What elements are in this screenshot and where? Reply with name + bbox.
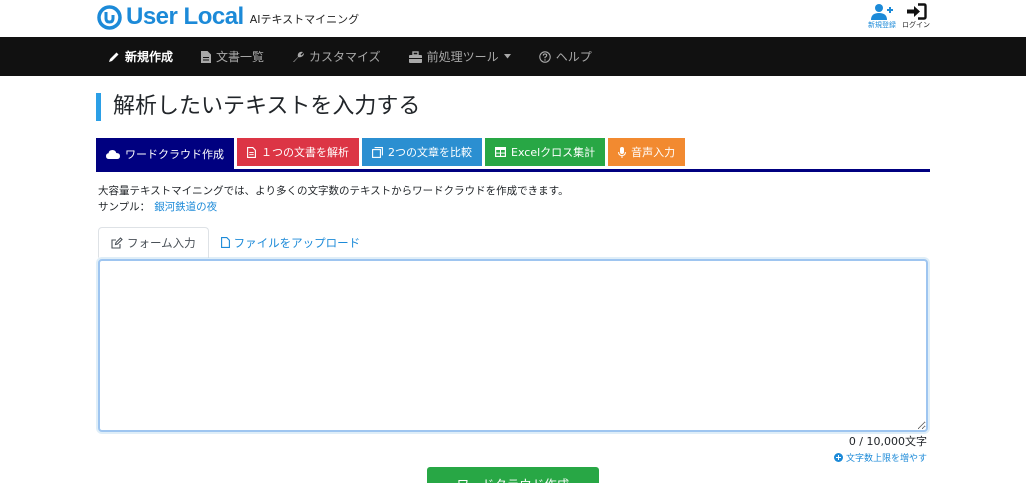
text-input-area[interactable] — [98, 259, 928, 432]
sample-link[interactable]: 銀河鉄道の夜 — [154, 201, 217, 213]
register-button[interactable]: 新規登録 — [868, 3, 896, 30]
nav-item-documents[interactable]: 文書一覧 — [201, 48, 264, 65]
input-mode-tabs: フォーム入力 ファイルをアップロード — [98, 227, 928, 258]
document-icon — [201, 50, 212, 63]
nav-label: ヘルプ — [555, 50, 592, 64]
toolbox-icon — [408, 50, 422, 63]
increase-limit-link[interactable]: 文字数上限を増やす — [833, 451, 927, 464]
question-circle-icon — [538, 50, 551, 63]
tab-excel-crosstab[interactable]: Excelクロス集計 — [485, 138, 606, 166]
nav-item-help[interactable]: ヘルプ — [538, 48, 592, 65]
tab-wordcloud[interactable]: ワードクラウド作成 — [96, 138, 234, 169]
logo-mark-icon — [97, 4, 122, 30]
copy-icon — [372, 146, 383, 158]
tab-label: １つの文書を解析 — [261, 146, 349, 159]
page-title: 解析したいテキストを入力する — [96, 93, 420, 121]
tab-label: ファイルをアップロード — [233, 235, 361, 250]
pencil-icon — [109, 52, 119, 62]
nav-item-customize[interactable]: カスタマイズ — [292, 48, 381, 65]
tab-file-upload[interactable]: ファイルをアップロード — [209, 227, 373, 258]
nav-item-new[interactable]: 新規作成 — [108, 48, 173, 65]
tab-label: ワードクラウド作成 — [125, 147, 224, 161]
logo-text: User Local — [126, 3, 244, 30]
tab-label: Excelクロス集計 — [511, 146, 596, 159]
file-text-icon — [247, 146, 256, 158]
edit-icon — [111, 236, 123, 249]
top-header: User Local AIテキストマイニング 新規登録 ログイン — [0, 0, 1026, 37]
cloud-icon — [106, 149, 120, 159]
file-icon — [220, 237, 230, 248]
tab-label: 2つの文章を比較 — [388, 146, 472, 159]
increase-limit-label: 文字数上限を増やす — [845, 454, 927, 464]
logo-subtitle: AIテキストマイニング — [249, 12, 360, 26]
create-wordcloud-button[interactable]: ワードクラウド作成 — [427, 467, 599, 483]
register-label: 新規登録 — [868, 21, 896, 29]
login-label: ログイン — [902, 21, 930, 29]
sample-label: サンプル： — [98, 201, 151, 213]
main-navbar: 新規作成 文書一覧 カスタマイズ 前処理ツール ヘルプ — [0, 37, 1026, 76]
sign-in-icon — [907, 3, 927, 20]
nav-label: 新規作成 — [125, 50, 174, 64]
caret-down-icon — [503, 54, 511, 59]
tab-voice-input[interactable]: 音声入力 — [608, 138, 686, 166]
tab-label: 音声入力 — [631, 146, 676, 159]
tab-label: フォーム入力 — [127, 235, 196, 250]
nav-item-preprocess-dropdown[interactable]: 前処理ツール — [408, 48, 511, 65]
plus-circle-icon — [833, 453, 843, 462]
login-button[interactable]: ログイン — [902, 3, 930, 30]
tab-compare-documents[interactable]: 2つの文章を比較 — [362, 138, 482, 166]
function-tabs: ワードクラウド作成 １つの文書を解析 2つの文章を比較 Excelクロス集計 音… — [96, 138, 930, 172]
nav-label: 前処理ツール — [426, 50, 499, 64]
tab-form-input[interactable]: フォーム入力 — [98, 227, 209, 258]
user-plus-icon — [871, 4, 893, 20]
character-counter: 0 / 10,000文字 — [848, 435, 927, 448]
description-block: 大容量テキストマイニングでは、より多くの文字数のテキストからワードクラウドを作成… — [98, 183, 569, 215]
nav-label: カスタマイズ — [309, 50, 381, 64]
wrench-icon — [293, 51, 305, 62]
tab-analyze-document[interactable]: １つの文書を解析 — [237, 138, 359, 166]
table-icon — [495, 147, 506, 157]
description-text: 大容量テキストマイニングでは、より多くの文字数のテキストからワードクラウドを作成… — [98, 185, 569, 197]
logo[interactable]: User Local AIテキストマイニング — [97, 3, 360, 30]
nav-label: 文書一覧 — [216, 50, 265, 64]
microphone-icon — [618, 146, 627, 158]
